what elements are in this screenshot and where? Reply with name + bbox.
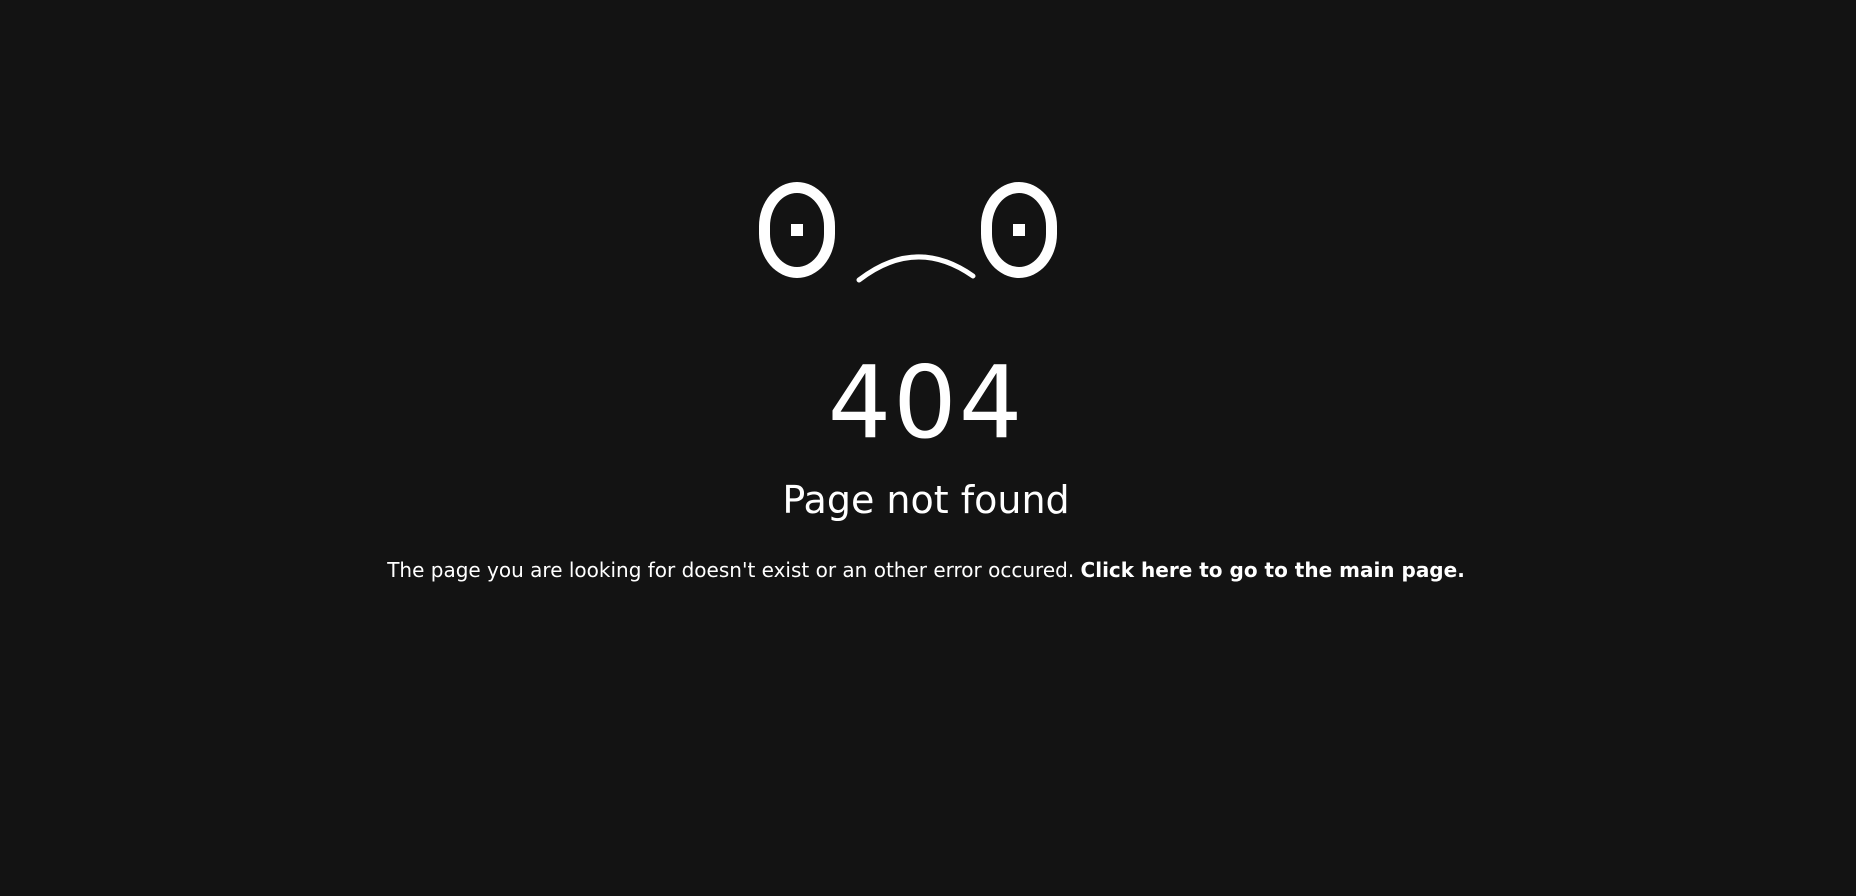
main-page-link[interactable]: Click here to go to the main page.: [1081, 558, 1465, 582]
right-eye: [981, 182, 1057, 278]
error-code: 404: [827, 344, 1025, 461]
error-message: The page you are looking for doesn't exi…: [0, 555, 1856, 585]
error-page: 404 Page not found The page you are look…: [0, 0, 1856, 896]
page-title: Page not found: [782, 478, 1070, 522]
left-pupil: [791, 224, 803, 236]
sad-face-icon: [759, 180, 1089, 310]
error-description: The page you are looking for doesn't exi…: [387, 558, 1075, 582]
frown-mouth: [856, 254, 976, 283]
right-pupil: [1013, 224, 1025, 236]
left-eye: [759, 182, 835, 278]
